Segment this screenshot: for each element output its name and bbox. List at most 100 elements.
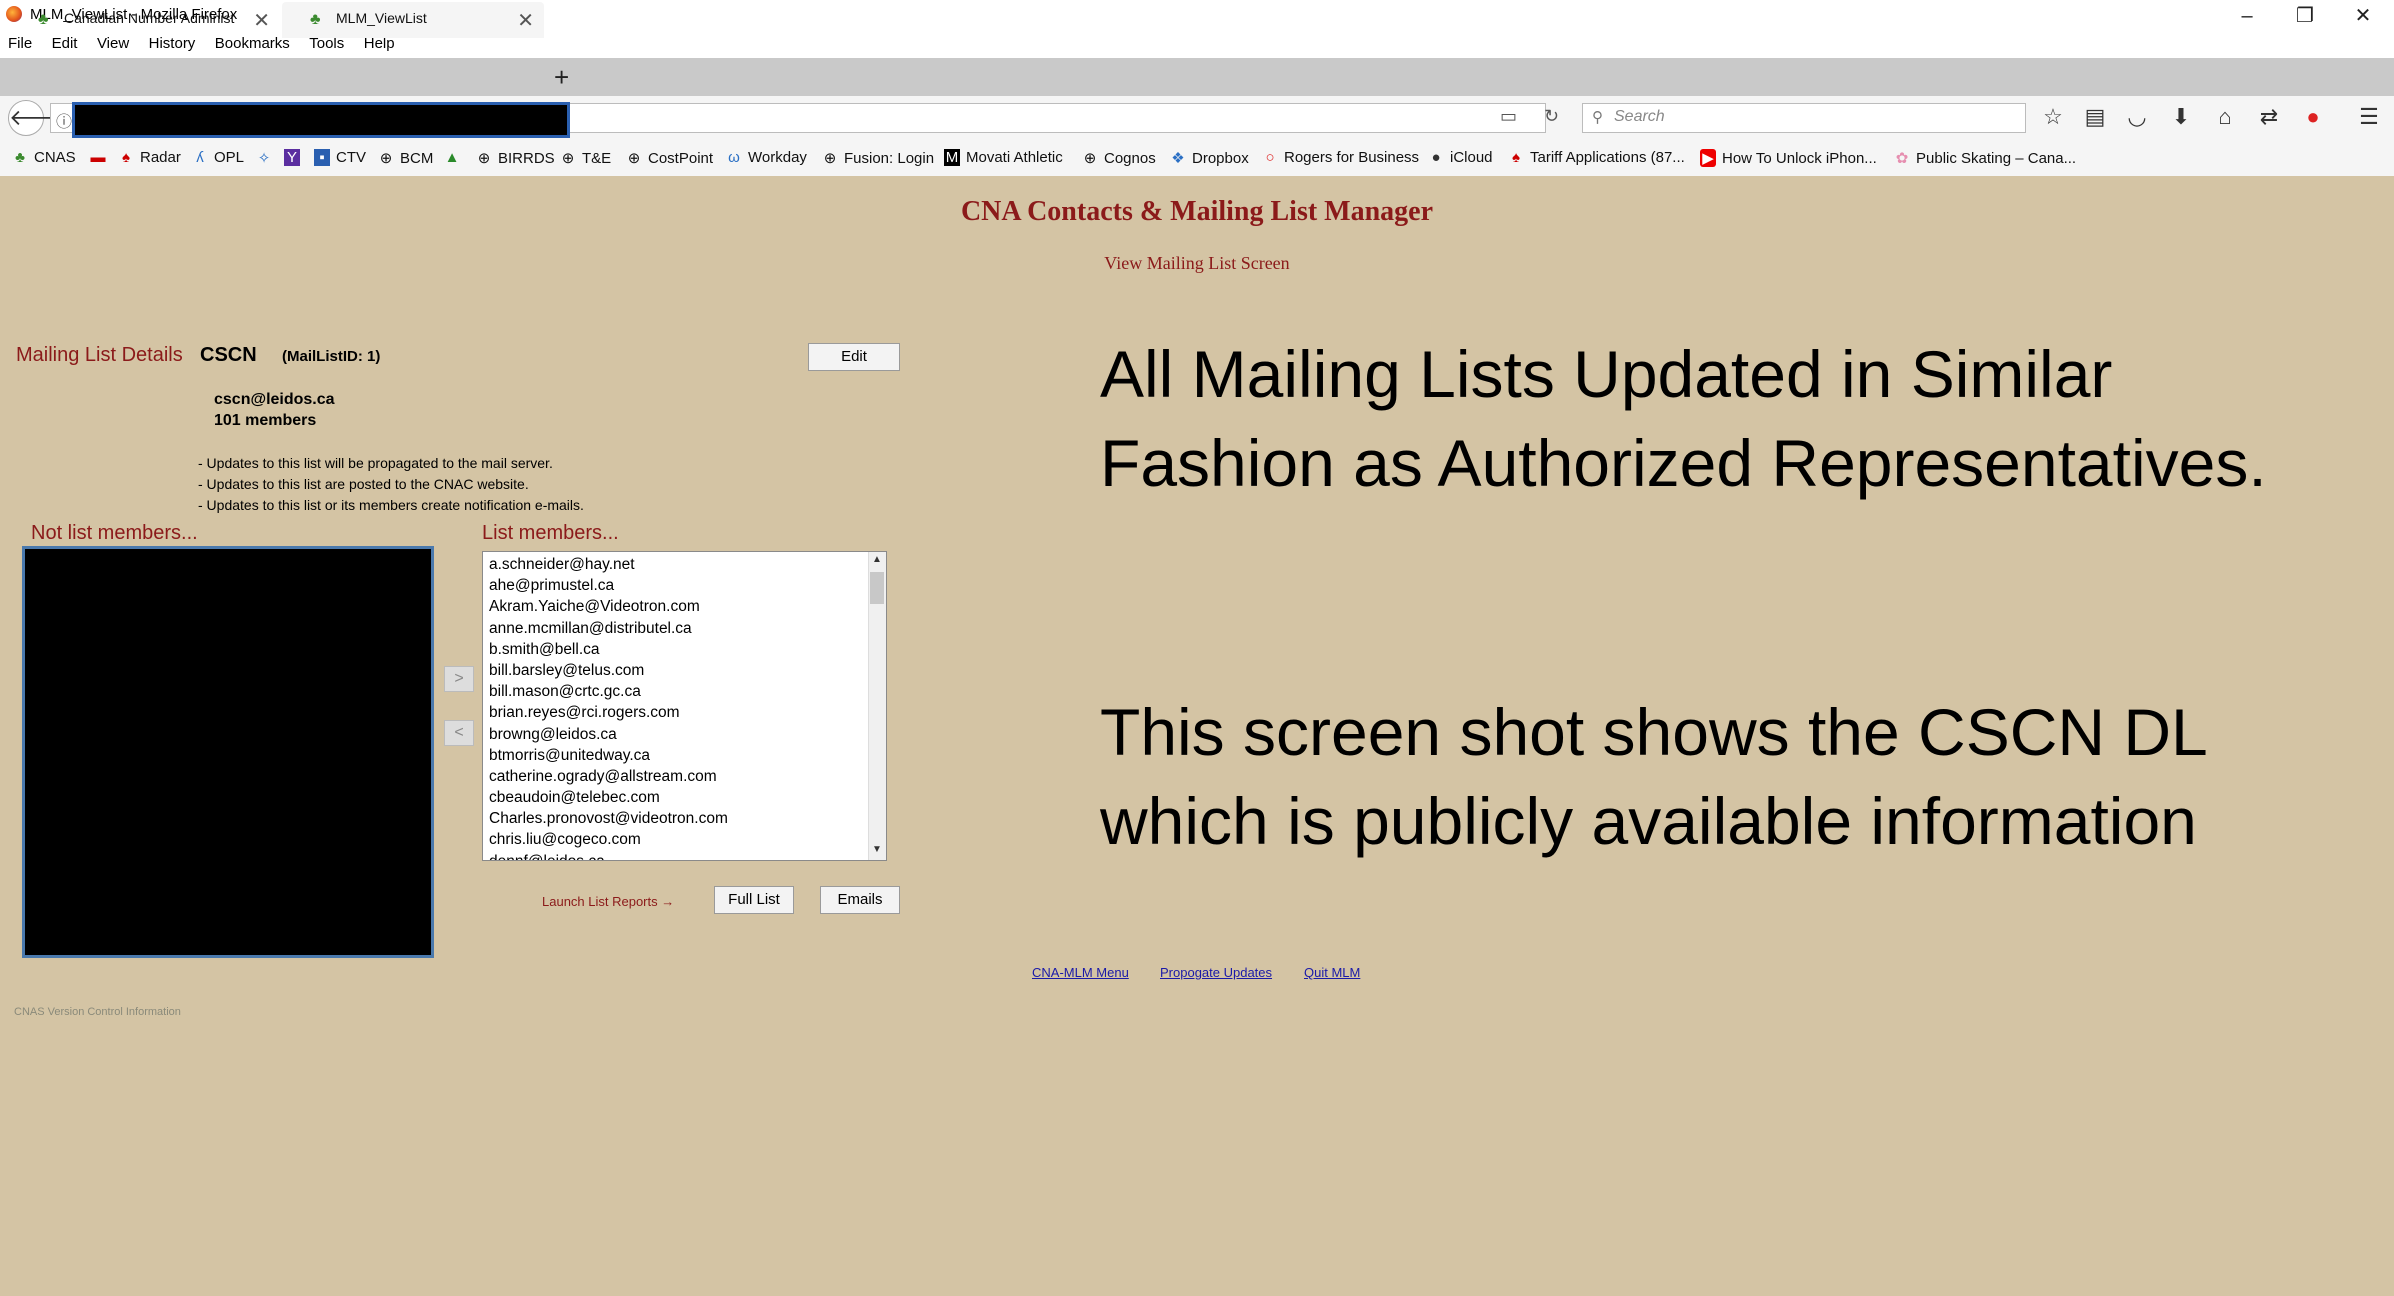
full-list-button[interactable]: Full List bbox=[714, 886, 794, 914]
bookmark-rogers[interactable]: ○ Rogers for Business bbox=[1262, 149, 1419, 166]
bookmark-icon-a[interactable]: ✧ bbox=[256, 149, 278, 167]
list-item[interactable]: cbeaudoin@telebec.com bbox=[489, 787, 859, 808]
list-email: cscn@leidos.ca bbox=[214, 391, 335, 408]
globe-icon: ⊕ bbox=[823, 150, 837, 167]
list-item[interactable]: bill.mason@crtc.gc.ca bbox=[489, 681, 859, 702]
list-item[interactable]: a.schneider@hay.net bbox=[489, 554, 859, 575]
library-icon[interactable]: ▤ bbox=[2080, 104, 2110, 130]
adblock-icon[interactable]: ● bbox=[2298, 104, 2328, 130]
globe-icon: ⊕ bbox=[627, 150, 641, 167]
close-window-button[interactable]: ✕ bbox=[2334, 2, 2392, 30]
bookmark-costpoint[interactable]: ⊕ CostPoint bbox=[626, 149, 713, 167]
tab-canadian-number-admin[interactable]: ♣ Canadian Number Administ ✕ bbox=[10, 2, 280, 38]
quit-mlm-link[interactable]: Quit MLM bbox=[1304, 965, 1360, 980]
back-button[interactable]: 🡐 bbox=[8, 100, 68, 136]
scroll-down-icon[interactable]: ▼ bbox=[868, 844, 886, 855]
maple-leaf-icon: ♣ bbox=[310, 11, 321, 28]
bookmark-icon-b[interactable]: ▲ bbox=[444, 149, 466, 166]
bookmark-dropbox[interactable]: ❖ Dropbox bbox=[1170, 149, 1248, 167]
globe-icon: ⊕ bbox=[561, 150, 575, 167]
note-notification-emails: - Updates to this list or its members cr… bbox=[198, 497, 584, 513]
tab-mlm-viewlist[interactable]: ♣ MLM_ViewList ✕ bbox=[282, 2, 544, 38]
close-tab-icon[interactable]: ✕ bbox=[517, 8, 534, 33]
version-control-info[interactable]: CNAS Version Control Information bbox=[14, 1006, 181, 1018]
bookmark-opl[interactable]: ʎ OPL bbox=[192, 149, 244, 166]
flower-icon: ✿ bbox=[1895, 150, 1909, 167]
home-icon[interactable]: ⌂ bbox=[2210, 104, 2240, 130]
list-item[interactable]: chris.liu@cogeco.com bbox=[489, 829, 859, 850]
page-subtitle: View Mailing List Screen bbox=[1104, 253, 1290, 273]
bookmark-yahoo[interactable]: Y bbox=[284, 149, 306, 166]
globe-icon: ⊕ bbox=[477, 150, 491, 167]
list-item[interactable]: brian.reyes@rci.rogers.com bbox=[489, 702, 859, 723]
list-item[interactable]: b.smith@bell.ca bbox=[489, 639, 859, 660]
add-member-button[interactable]: > bbox=[444, 666, 474, 692]
sync-icon[interactable]: ⇄ bbox=[2254, 104, 2284, 130]
pocket-icon[interactable]: ◡ bbox=[2122, 104, 2152, 130]
bookmark-icon: ▲ bbox=[444, 149, 460, 166]
bookmark-fusion[interactable]: ⊕ Fusion: Login bbox=[822, 149, 934, 167]
bookmark-public-skating[interactable]: ✿ Public Skating – Cana... bbox=[1894, 149, 2076, 167]
close-tab-icon[interactable]: ✕ bbox=[253, 8, 270, 33]
maple-leaf-icon: ♣ bbox=[15, 149, 25, 166]
bookmark-unlock-iphone[interactable]: ▶ How To Unlock iPhon... bbox=[1700, 149, 1877, 167]
remove-member-button[interactable]: < bbox=[444, 720, 474, 746]
bookmark-flag[interactable]: ▬ bbox=[90, 149, 112, 166]
member-count: 101 members bbox=[214, 412, 317, 429]
bookmark-cognos[interactable]: ⊕ Cognos bbox=[1082, 149, 1156, 167]
search-placeholder: Search bbox=[1614, 108, 1665, 125]
site-info-icon[interactable]: ⓘ bbox=[56, 108, 72, 132]
note-mail-server: - Updates to this list will be propagate… bbox=[198, 455, 553, 471]
search-icon: ⚲ bbox=[1592, 109, 1603, 126]
cna-mlm-menu-link[interactable]: CNA-MLM Menu bbox=[1032, 965, 1129, 980]
list-item[interactable]: anne.mcmillan@distributel.ca bbox=[489, 618, 859, 639]
new-tab-button[interactable]: + bbox=[554, 62, 569, 93]
propogate-updates-link[interactable]: Propogate Updates bbox=[1160, 965, 1272, 980]
not-members-label: Not list members... bbox=[31, 522, 198, 544]
note-cnac-website: - Updates to this list are posted to the… bbox=[198, 476, 529, 492]
bookmark-cnas[interactable]: ♣ CNAS bbox=[12, 149, 76, 166]
maple-leaf-icon: ♣ bbox=[38, 11, 49, 28]
overlay-annotation: All Mailing Lists Updated in Similar Fas… bbox=[1100, 337, 2267, 500]
bookmark-icloud[interactable]: ● iCloud bbox=[1428, 149, 1492, 166]
not-members-listbox[interactable] bbox=[22, 546, 434, 958]
reload-icon[interactable]: ↻ bbox=[1544, 106, 1559, 127]
list-item[interactable]: btmorris@unitedway.ca bbox=[489, 745, 859, 766]
bookmark-star-icon[interactable]: ☆ bbox=[2038, 104, 2068, 130]
edit-button[interactable]: Edit bbox=[808, 343, 900, 371]
scroll-up-icon[interactable]: ▲ bbox=[868, 554, 886, 565]
maple-leaf-icon: ♠ bbox=[1512, 149, 1520, 166]
bookmark-birrds[interactable]: ⊕ BIRRDS bbox=[476, 149, 555, 167]
bookmark-bcm[interactable]: ⊕ BCM bbox=[378, 149, 434, 167]
list-item[interactable]: browng@leidos.ca bbox=[489, 724, 859, 745]
page-title: CNA Contacts & Mailing List Manager bbox=[960, 196, 1434, 227]
restore-button[interactable]: ❐ bbox=[2276, 2, 2334, 30]
redacted-url bbox=[72, 102, 570, 138]
bookmark-movati[interactable]: M Movati Athletic bbox=[944, 149, 1063, 166]
minimize-button[interactable]: – bbox=[2218, 2, 2276, 30]
download-icon[interactable]: ⬇ bbox=[2166, 104, 2196, 130]
members-listbox[interactable]: a.schneider@hay.net ahe@primustel.ca Akr… bbox=[482, 551, 887, 861]
list-item[interactable]: ahe@primustel.ca bbox=[489, 575, 859, 596]
list-item[interactable]: catherine.ogrady@allstream.com bbox=[489, 766, 859, 787]
tab-title: Canadian Number Administ bbox=[64, 10, 235, 26]
bookmark-workday[interactable]: ω Workday bbox=[726, 149, 807, 166]
list-item[interactable]: dennf@leidos.ca bbox=[489, 851, 859, 860]
tab-title: MLM_ViewList bbox=[336, 10, 427, 26]
globe-icon: ⊕ bbox=[379, 150, 393, 167]
ctv-icon: ▪ bbox=[314, 149, 330, 166]
bookmark-ctv[interactable]: ▪ CTV bbox=[314, 149, 366, 166]
list-item[interactable]: Akram.Yaiche@Videotron.com bbox=[489, 596, 859, 617]
menu-icon[interactable]: ☰ bbox=[2354, 104, 2384, 130]
list-id: (MailListID: 1) bbox=[282, 348, 381, 365]
list-item[interactable]: Charles.pronovost@videotron.com bbox=[489, 808, 859, 829]
bookmark-radar[interactable]: ♠ Radar bbox=[118, 149, 181, 166]
reader-view-icon[interactable]: ▭ bbox=[1500, 106, 1517, 127]
list-item[interactable]: bill.barsley@telus.com bbox=[489, 660, 859, 681]
scrollbar-thumb[interactable] bbox=[870, 572, 884, 604]
tab-bar bbox=[0, 58, 2394, 96]
bookmark-tariff[interactable]: ♠ Tariff Applications (87... bbox=[1508, 149, 1685, 166]
members-label: List members... bbox=[482, 522, 619, 544]
emails-button[interactable]: Emails bbox=[820, 886, 900, 914]
bookmark-te[interactable]: ⊕ T&E bbox=[560, 149, 611, 167]
